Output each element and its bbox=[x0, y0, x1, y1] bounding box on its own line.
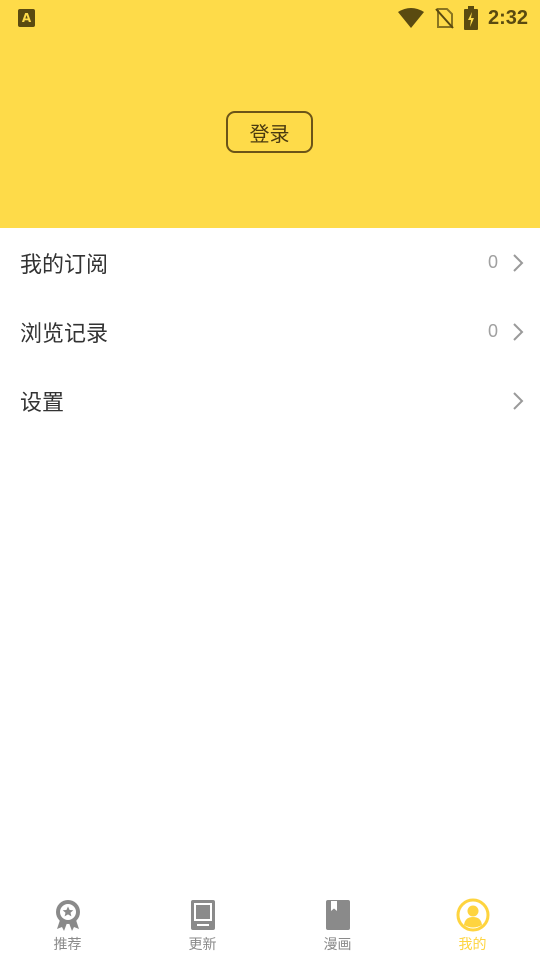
profile-header: A 2:32 登录 bbox=[0, 0, 540, 228]
menu-item-label: 设置 bbox=[20, 390, 65, 416]
menu-item-settings[interactable]: 设置 bbox=[0, 366, 540, 435]
menu-item-label: 我的订阅 bbox=[20, 252, 109, 278]
login-button[interactable]: 登录 bbox=[226, 111, 313, 153]
tab-recommend[interactable]: 推荐 bbox=[0, 888, 135, 960]
tab-comics[interactable]: 漫画 bbox=[270, 888, 405, 960]
wifi-icon bbox=[397, 8, 424, 28]
chevron-right-icon bbox=[513, 391, 524, 410]
menu-item-label: 浏览记录 bbox=[20, 321, 109, 347]
tablet-icon bbox=[190, 900, 215, 930]
tab-label: 更新 bbox=[188, 937, 217, 953]
award-icon bbox=[55, 900, 80, 931]
status-bar: A 2:32 bbox=[0, 0, 540, 36]
battery-charging-icon bbox=[463, 6, 478, 30]
status-time: 2:32 bbox=[487, 6, 528, 29]
bottom-tab-bar: 推荐 更新 漫画 我的 bbox=[0, 888, 540, 960]
tab-label: 我的 bbox=[458, 937, 487, 953]
screen: A 2:32 登录 我的订阅 0 浏览记录 0 设置 推荐 更新 漫画 我的 bbox=[0, 0, 540, 960]
app-notification-icon: A bbox=[18, 9, 35, 27]
menu-item-count: 0 bbox=[487, 321, 498, 341]
menu-list: 我的订阅 0 浏览记录 0 设置 bbox=[0, 228, 540, 435]
menu-item-history[interactable]: 浏览记录 0 bbox=[0, 297, 540, 366]
status-icons: 2:32 bbox=[397, 6, 528, 30]
tab-label: 推荐 bbox=[53, 937, 82, 953]
menu-item-subscriptions[interactable]: 我的订阅 0 bbox=[0, 228, 540, 297]
chevron-right-icon bbox=[513, 253, 524, 272]
menu-item-count: 0 bbox=[487, 252, 498, 272]
tab-mine[interactable]: 我的 bbox=[405, 888, 540, 960]
no-sim-icon bbox=[435, 8, 454, 29]
user-circle-icon bbox=[456, 898, 489, 932]
chevron-right-icon bbox=[513, 322, 524, 341]
tab-label: 漫画 bbox=[323, 937, 352, 953]
book-icon bbox=[325, 900, 350, 930]
tab-updates[interactable]: 更新 bbox=[135, 888, 270, 960]
